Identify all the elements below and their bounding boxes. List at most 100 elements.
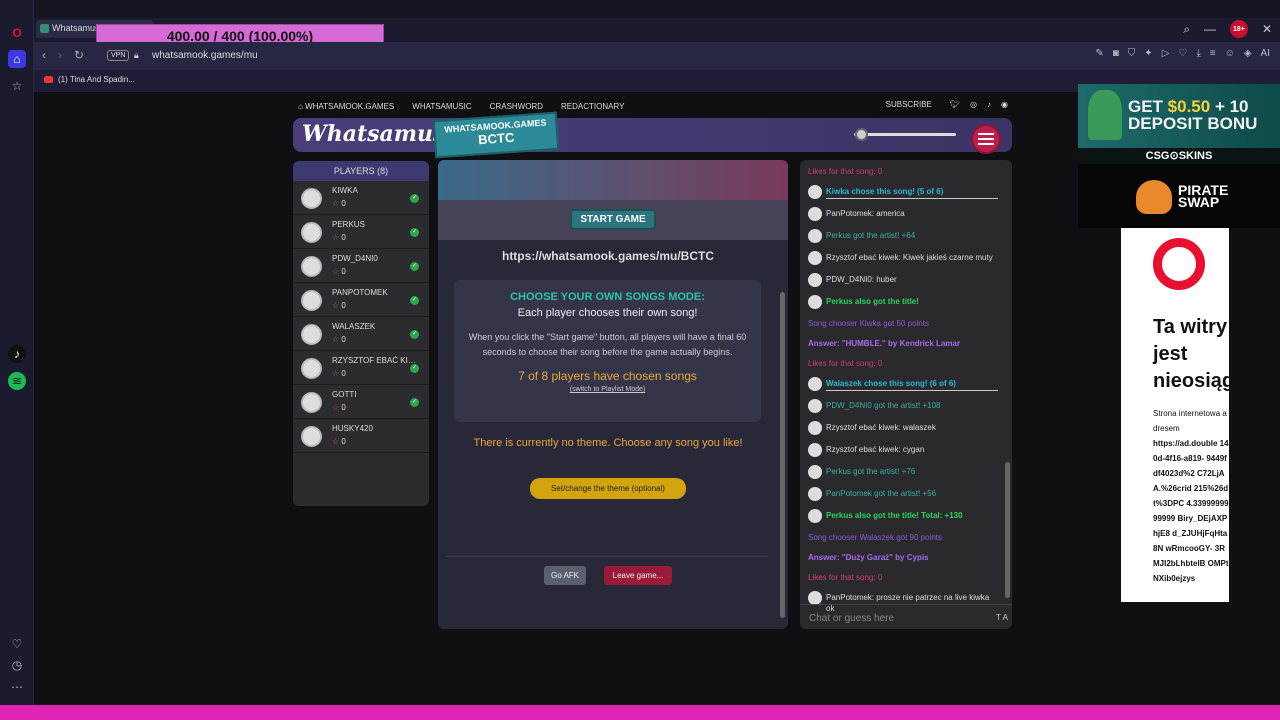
shield-icon[interactable]: ⛉ <box>1128 48 1136 59</box>
ready-check-icon: ✓ <box>410 228 419 237</box>
chat-avatar <box>808 487 822 501</box>
download-icon[interactable]: ⤓ <box>1196 48 1200 59</box>
text-size-toggle[interactable]: T A <box>996 613 1008 622</box>
chat-message-text: Song chooser Kiwka got 50 points <box>808 319 929 328</box>
home-icon[interactable]: ⌂ <box>8 50 26 68</box>
players-title: PLAYERS (8) <box>293 161 429 181</box>
vpn-badge[interactable]: VPN <box>107 50 130 61</box>
room-url[interactable]: https://whatsamook.games/mu/BCTC <box>438 249 778 263</box>
volume-track <box>854 133 956 136</box>
back-icon[interactable]: ‹ <box>42 48 46 62</box>
avatar <box>301 188 322 209</box>
switch-mode-link[interactable]: (switch to Playlist Mode) <box>454 386 761 393</box>
menu-lines-icon[interactable]: ≡ <box>1210 48 1216 59</box>
chat-avatar <box>808 229 822 243</box>
tiktok-icon[interactable]: ♪ <box>8 345 26 363</box>
discord-icon[interactable]: ◉ <box>1001 100 1008 109</box>
chat-message: Rzysztof ebać kiwek: cygan <box>808 443 998 457</box>
player-row: WALASZEK ☆ 0 ✓ <box>293 317 429 351</box>
game-scrollbar[interactable] <box>778 166 787 628</box>
chat-avatar <box>808 377 822 391</box>
nav-link-whatsamook[interactable]: ⌂ WHATSAMOOK.GAMES <box>298 102 394 111</box>
heart-icon[interactable]: ♡ <box>8 635 26 653</box>
volume-slider[interactable] <box>846 128 958 141</box>
site-nav: ⌂ WHATSAMOOK.GAMES WHATSAMUSIC CRASHWORD… <box>298 100 1012 114</box>
tiktok-link-icon[interactable]: ♪ <box>987 100 991 109</box>
chat-panel: Likes for that song: 0 Kiwka chose this s… <box>800 160 1012 629</box>
chat-avatar <box>808 421 822 435</box>
player-score: ☆ 0 <box>332 369 346 378</box>
csgoskins-ad[interactable]: GET $0.50 + 10 DEPOSIT BONU CSG⊙SKINS <box>1078 84 1280 164</box>
subscribe-link[interactable]: SUBSCRIBE <box>886 100 932 109</box>
chat-message: Song chooser Kiwka got 50 points <box>808 317 998 329</box>
forward-icon[interactable]: › <box>58 48 62 62</box>
heart-outline-icon[interactable]: ♡ <box>1178 48 1187 59</box>
twitter-icon[interactable]: 🐦︎ <box>950 100 960 109</box>
profile-icon[interactable]: ☺ <box>1225 48 1235 59</box>
mode-description: When you click the "Start game" button, … <box>468 332 747 357</box>
ad-headline: GET $0.50 + 10 DEPOSIT BONU <box>1128 97 1258 133</box>
nav-link-redactionary[interactable]: REDACTIONARY <box>561 102 624 111</box>
extension-icon[interactable]: ✦ <box>1144 48 1152 59</box>
pirateswap-ad[interactable]: PIRATE SWAP <box>1078 164 1280 228</box>
star-icon: ☆ <box>332 233 340 242</box>
avatar <box>301 426 322 447</box>
lock-icon[interactable]: 🔒︎ <box>134 50 139 61</box>
nav-link-crashword[interactable]: CRASHWORD <box>490 102 543 111</box>
avatar <box>301 256 322 277</box>
reload-icon[interactable]: ↻ <box>74 48 84 62</box>
go-afk-button[interactable]: Go AFK <box>544 566 586 585</box>
play-icon[interactable]: ▷ <box>1162 48 1170 59</box>
spotify-icon[interactable]: ≋ <box>8 372 26 390</box>
bookmark-icon[interactable]: ☆ <box>8 77 26 95</box>
minimize-icon[interactable]: — <box>1204 22 1216 36</box>
chat-message: Rzysztof ebać kiwek: Kiwek jakieś czarne… <box>808 251 998 265</box>
ready-check-icon: ✓ <box>410 296 419 305</box>
chat-message-text: PDW_D4NI0 got the artist! +108 <box>826 401 941 410</box>
nav-link-whatsamusic[interactable]: WHATSAMUSIC <box>412 102 471 111</box>
camera-icon[interactable]: ◙ <box>1113 48 1119 59</box>
opera-logo-icon[interactable]: O <box>8 24 26 42</box>
nav-buttons: ‹ › ↻ <box>42 48 84 62</box>
more-icon[interactable]: ⋯ <box>8 678 26 696</box>
chat-scrollbar[interactable] <box>1003 162 1012 604</box>
chat-input[interactable]: Chat or guess here T A <box>800 604 1012 629</box>
chat-message: Likes for that song: 0 <box>808 357 998 369</box>
volume-knob[interactable] <box>854 128 868 141</box>
leave-game-button[interactable]: Leave game... <box>604 566 672 585</box>
instagram-icon[interactable]: ◎ <box>970 100 977 109</box>
bookmark-item[interactable]: (1) Tina And Spadin... <box>44 75 135 84</box>
history-icon[interactable]: ◷ <box>8 656 26 674</box>
chat-message: Perkus got the artist! +76 <box>808 465 998 479</box>
chat-message-text: Answer: "Duży Garaż" by Cypis <box>808 553 929 562</box>
edit-icon[interactable]: ✎ <box>1095 48 1103 59</box>
cube-icon[interactable]: ◈ <box>1244 48 1252 59</box>
set-theme-button[interactable]: Set/change the theme (optional) <box>530 478 686 499</box>
url-field[interactable]: whatsamook.games/mu <box>152 50 258 61</box>
ai-icon[interactable]: AI <box>1261 48 1270 59</box>
ready-check-icon: ✓ <box>410 330 419 339</box>
star-icon: ☆ <box>332 267 340 276</box>
stream-bottom-bar <box>0 705 1280 720</box>
player-row: RZYSZTOF EBAĆ KIW... ☆ 0 ✓ <box>293 351 429 385</box>
star-icon: ☆ <box>332 437 340 446</box>
window-controls: ⌕ — 18+ ✕ <box>1183 20 1272 38</box>
chat-avatar <box>808 273 822 287</box>
chat-message: PanPotomek: america <box>808 207 998 221</box>
chat-avatar <box>808 509 822 523</box>
star-icon: ☆ <box>332 301 340 310</box>
game-scroll-thumb[interactable] <box>780 292 785 618</box>
chat-scroll-thumb[interactable] <box>1005 462 1010 598</box>
start-game-button[interactable]: START GAME <box>570 209 656 230</box>
close-icon[interactable]: ✕ <box>1262 22 1272 36</box>
player-row: PANPOTOMEK ☆ 0 ✓ <box>293 283 429 317</box>
player-score: ☆ 0 <box>332 335 346 344</box>
hamburger-menu-button[interactable] <box>971 124 1001 154</box>
address-tools: ✎ ◙ ⛉ ✦ ▷ ♡ ⤓ ≡ ☺ ◈ AI <box>1095 48 1270 59</box>
tab-favicon-icon <box>40 24 49 33</box>
chat-avatar <box>808 251 822 265</box>
chat-message: Likes for that song: 0 <box>808 165 998 177</box>
chat-message: Perkus also got the title! <box>808 295 998 309</box>
search-icon[interactable]: ⌕ <box>1183 22 1190 37</box>
avatar <box>301 222 322 243</box>
